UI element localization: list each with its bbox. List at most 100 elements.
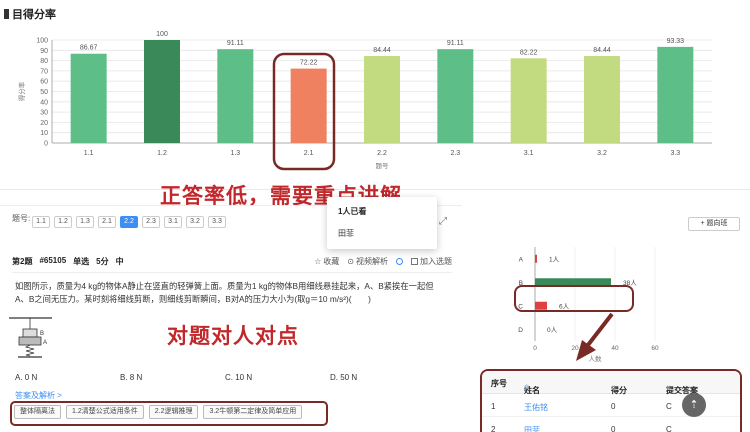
- bar: [70, 53, 107, 143]
- y-tick-label: 90: [40, 48, 48, 55]
- y-tick-label: 30: [40, 110, 48, 117]
- option-b: B. 8 N: [120, 373, 143, 382]
- question-number: 第2题: [12, 257, 33, 266]
- data-label: 84.44: [373, 47, 391, 54]
- sort-icon[interactable]: ⇅: [611, 385, 616, 392]
- y-tick-label: 0: [44, 141, 48, 148]
- question-score: 5分: [96, 257, 109, 266]
- x-tick-label: 2.1: [304, 150, 314, 157]
- x-tick-label: 3.3: [670, 150, 680, 157]
- y-tick-label: 100: [36, 38, 48, 45]
- data-label: 84.44: [593, 47, 611, 54]
- expand-icon[interactable]: ⤢: [439, 216, 447, 227]
- star-icon: ☆: [314, 257, 322, 266]
- row-student-name[interactable]: 王佑铭: [524, 402, 548, 413]
- bar: [437, 49, 474, 143]
- question-selector-label: 题号:: [12, 214, 31, 223]
- x-tick-label: 1.3: [230, 150, 240, 157]
- question-tab[interactable]: 2.1: [98, 216, 116, 228]
- row-student-name[interactable]: 田菲: [524, 425, 540, 432]
- data-label: 93.33: [667, 38, 685, 45]
- question-tab[interactable]: 3.2: [186, 216, 204, 228]
- y-tick-label: 60: [40, 79, 48, 86]
- bar: [535, 254, 537, 263]
- question-difficulty: 中: [115, 257, 124, 266]
- bar: [144, 40, 180, 143]
- header-divider: [12, 272, 452, 273]
- question-tab[interactable]: 1.3: [76, 216, 94, 228]
- row-answer: C: [666, 402, 672, 411]
- add-class-button[interactable]: + 题向班: [688, 217, 740, 231]
- knowledge-tag[interactable]: 2.2逻辑推理: [148, 405, 199, 419]
- option-c-highlight: [514, 285, 634, 312]
- x-tick-label: 3.2: [597, 150, 607, 157]
- viewers-toggle-icon[interactable]: [396, 258, 403, 265]
- data-label: 86.67: [80, 45, 98, 52]
- knowledge-tag[interactable]: 1.2清楚公式适用条件: [66, 405, 144, 419]
- figure-label-b: B: [40, 331, 44, 337]
- category-label: A: [519, 256, 524, 263]
- bar: [657, 46, 694, 143]
- score-rate-panel: 目得分率 0 10 20 30 40 50 60 70 80 90 100 86.67 1.1 100 1.…: [0, 0, 750, 190]
- checkbox-icon: [411, 258, 418, 265]
- x-tick-label: 1.1: [84, 150, 94, 157]
- viewer-dropdown: 1人已看 田菲: [327, 197, 437, 249]
- y-tick-label: 80: [40, 58, 48, 65]
- x-tick-label: 3.1: [524, 150, 534, 157]
- y-tick-label: 50: [40, 89, 48, 96]
- figure-label-a: A: [43, 340, 47, 346]
- table-row: 2 田菲 0 C: [482, 418, 740, 432]
- bar: [364, 56, 400, 144]
- row-index: 1: [491, 402, 496, 411]
- search-icon[interactable]: 🔍: [524, 385, 531, 392]
- analysis-link[interactable]: 答案及解析 >: [15, 390, 62, 401]
- knowledge-tag[interactable]: 3.2牛顿第二定律及简单应用: [203, 405, 303, 419]
- data-label: 100: [156, 31, 168, 38]
- score-rate-chart: 0 10 20 30 40 50 60 70 80 90 100 86.67 1.1 100 1.2 91.1…: [17, 31, 712, 170]
- play-icon: ⊙: [347, 257, 354, 266]
- bar: [584, 56, 620, 144]
- category-label: D: [518, 327, 523, 334]
- filter-icon[interactable]: ⇅: [666, 385, 671, 392]
- row-score: 0: [611, 402, 616, 411]
- x-axis-title: 人数: [589, 354, 603, 363]
- row-score: 0: [611, 425, 616, 432]
- question-type: 单选: [73, 257, 90, 266]
- y-tick-label: 40: [40, 99, 48, 106]
- question-tab[interactable]: 2.2: [120, 216, 138, 228]
- option-d: D. 50 N: [330, 373, 358, 382]
- question-id: #65105: [39, 256, 67, 265]
- answer-options: A. 0 N B. 8 N C. 10 N D. 50 N: [15, 373, 435, 382]
- back-to-top-button[interactable]: ⇡: [682, 393, 706, 417]
- x-tick-label: 40: [611, 345, 619, 352]
- bar: [510, 58, 547, 143]
- table-header: 序号 姓名 🔍 得分 ⇅ 提交答案 ⇅: [482, 371, 740, 395]
- knowledge-tag[interactable]: 整体隔离法: [14, 405, 61, 419]
- option-a: A. 0 N: [15, 373, 38, 382]
- question-tab[interactable]: 3.3: [208, 216, 226, 228]
- x-tick-label: 1.2: [157, 150, 167, 157]
- question-tab[interactable]: 2.3: [142, 216, 160, 228]
- data-label: 1人: [549, 255, 560, 263]
- callout-targeted: 对题对人对点: [167, 323, 299, 348]
- video-analysis-button[interactable]: ⊙ 视频解析: [347, 256, 388, 267]
- arrow-up-icon: ⇡: [689, 399, 699, 411]
- x-axis-title: 题号: [376, 162, 390, 170]
- spring-figure: B A: [9, 317, 52, 358]
- row-index: 2: [491, 425, 496, 432]
- option-c: C. 10 N: [225, 373, 253, 382]
- data-label: 91.11: [447, 40, 464, 47]
- add-to-basket-button[interactable]: 加入选题: [411, 256, 452, 267]
- x-tick-label: 2.2: [377, 150, 387, 157]
- bar: [290, 68, 327, 143]
- favorite-button[interactable]: ☆ 收藏: [314, 256, 339, 267]
- data-label: 0人: [547, 326, 558, 334]
- viewer-item[interactable]: 田菲: [338, 228, 354, 239]
- data-label: 91.11: [227, 40, 244, 47]
- data-label: 72.22: [300, 60, 318, 67]
- question-tab[interactable]: 1.1: [32, 216, 50, 228]
- row-answer: C: [666, 425, 672, 432]
- question-tab[interactable]: 1.2: [54, 216, 72, 228]
- question-tab[interactable]: 3.1: [164, 216, 182, 228]
- question-header: 第2题 #65105 单选 5分 中 ☆ 收藏 ⊙ 视频解析 加入选题: [12, 256, 452, 268]
